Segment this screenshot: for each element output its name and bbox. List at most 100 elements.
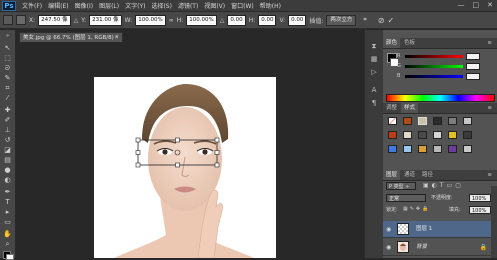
toolbar-collapse-icon[interactable]: » xyxy=(3,32,12,40)
style-swatch[interactable] xyxy=(403,131,412,139)
hskew-input[interactable]: 0.00 xyxy=(258,14,277,26)
tab-swatches[interactable]: 色板 xyxy=(401,38,418,48)
style-swatch[interactable] xyxy=(388,131,397,139)
properties-icon[interactable]: ▦ xyxy=(369,55,379,64)
move-icon[interactable]: ↖ xyxy=(3,44,12,52)
dodge-icon[interactable]: ◐ xyxy=(3,176,12,184)
warp-icon[interactable]: ⌗ xyxy=(363,16,366,24)
pen-icon[interactable]: ✒ xyxy=(3,188,12,196)
menu-file[interactable]: 文件(F) xyxy=(22,1,42,10)
interpolation-select[interactable]: 两次立方 xyxy=(326,14,357,26)
style-swatch[interactable] xyxy=(388,117,397,125)
background-color-swatch[interactable] xyxy=(6,254,14,260)
eyedropper-icon[interactable]: ⁄ xyxy=(3,94,12,102)
style-swatch[interactable] xyxy=(448,117,457,125)
layer-kind-filter[interactable]: P 类型 ÷ xyxy=(386,182,416,190)
color-spectrum-bar[interactable] xyxy=(386,94,495,102)
type-icon[interactable]: T xyxy=(3,198,12,206)
y-input[interactable]: 231.00 像 xyxy=(89,14,122,26)
tab-channels[interactable]: 通道 xyxy=(401,170,418,180)
layers-menu-icon[interactable]: ≡ xyxy=(484,170,495,180)
tab-styles[interactable]: 样式 xyxy=(401,103,419,113)
shape-icon[interactable]: ▭ xyxy=(3,218,12,226)
style-swatch[interactable] xyxy=(433,145,442,153)
tab-close-icon[interactable]: ✕ xyxy=(114,33,119,43)
menu-select[interactable]: 选择(S) xyxy=(151,1,172,10)
tool-preset-icon[interactable] xyxy=(3,15,13,25)
visibility-eye-icon[interactable]: ◉ xyxy=(386,244,391,251)
menu-help[interactable]: 帮助(H) xyxy=(260,1,281,10)
brush-icon[interactable]: ✐ xyxy=(3,116,12,124)
styles-menu-icon[interactable]: ≡ xyxy=(484,103,495,113)
angle-input[interactable]: 0.00 xyxy=(227,14,246,26)
lock-icons[interactable]: ▦✎✥🔒 xyxy=(403,206,430,212)
visibility-eye-icon[interactable]: ◉ xyxy=(386,226,391,233)
restore-button[interactable]: □ xyxy=(473,1,480,9)
tab-layers[interactable]: 图层 xyxy=(383,170,401,180)
crop-icon[interactable]: ⌗ xyxy=(3,84,12,92)
document-tab[interactable]: 美女.jpg @ 66.7% (图层 1, RGB/8) * ✕ xyxy=(19,32,123,42)
actions-icon[interactable]: ▷ xyxy=(369,68,379,77)
style-swatch[interactable] xyxy=(448,131,457,139)
layers-scrollbar[interactable] xyxy=(491,186,497,258)
stamp-icon[interactable]: ⊥ xyxy=(3,126,12,134)
character-icon[interactable]: A xyxy=(369,86,379,95)
fill-input[interactable]: 100% xyxy=(469,206,491,214)
style-swatch[interactable] xyxy=(433,131,442,139)
menu-type[interactable]: 文字(Y) xyxy=(125,1,145,10)
close-button[interactable]: ✕ xyxy=(487,1,493,9)
marquee-icon[interactable]: ⬚ xyxy=(3,54,12,62)
menu-view[interactable]: 视图(V) xyxy=(204,1,225,10)
minimize-button[interactable]: — xyxy=(458,1,465,9)
healing-icon[interactable]: ✚ xyxy=(3,106,12,114)
blue-slider[interactable]: B xyxy=(397,72,480,80)
height-input[interactable]: 100.00% xyxy=(186,14,217,26)
paragraph-icon[interactable]: ¶ xyxy=(369,99,379,108)
style-swatch[interactable] xyxy=(403,117,412,125)
tab-adjustments[interactable]: 调整 xyxy=(383,103,400,113)
lasso-icon[interactable]: ᘐ xyxy=(3,64,12,72)
style-swatch[interactable] xyxy=(418,145,427,153)
style-swatch[interactable] xyxy=(463,145,472,153)
tab-color[interactable]: 颜色 xyxy=(383,38,401,48)
width-input[interactable]: 100.00% xyxy=(135,14,166,26)
layer-filter-icons[interactable]: ▣◐T▭▢ xyxy=(423,182,464,189)
cancel-icon[interactable]: ⊘ xyxy=(378,16,385,25)
style-swatch[interactable] xyxy=(388,145,397,153)
opacity-input[interactable]: 100% xyxy=(469,194,491,202)
style-swatch[interactable] xyxy=(418,117,427,125)
panel-menu-icon[interactable]: ≡ xyxy=(484,38,495,48)
green-slider[interactable]: G xyxy=(397,62,480,70)
blue-value-field[interactable] xyxy=(466,72,480,80)
style-swatch[interactable] xyxy=(433,117,442,125)
x-input[interactable]: 247.50 像 xyxy=(38,14,71,26)
blend-mode-select[interactable]: 正常 xyxy=(386,194,426,202)
menu-edit[interactable]: 编辑(E) xyxy=(48,1,68,10)
layer-row[interactable]: ◉ 背景 🔒 xyxy=(383,239,491,256)
menu-filter[interactable]: 滤镜(T) xyxy=(178,1,198,10)
style-swatch[interactable] xyxy=(448,145,457,153)
style-swatch[interactable] xyxy=(403,145,412,153)
menu-window[interactable]: 窗口(W) xyxy=(231,1,254,10)
menu-image[interactable]: 图像(I) xyxy=(75,1,93,10)
red-slider[interactable]: R xyxy=(397,52,480,60)
style-swatch[interactable] xyxy=(463,117,472,125)
path-select-icon[interactable]: ▸ xyxy=(3,208,12,216)
quick-select-icon[interactable]: ✎ xyxy=(3,74,12,82)
zoom-icon[interactable]: ⌕ xyxy=(3,240,12,248)
tab-paths[interactable]: 路径 xyxy=(419,170,436,180)
history-brush-icon[interactable]: ↺ xyxy=(3,136,12,144)
hand-icon[interactable]: ✋ xyxy=(3,230,12,238)
document-canvas[interactable] xyxy=(94,77,276,258)
gradient-icon[interactable]: ▤ xyxy=(3,156,12,164)
style-swatch[interactable] xyxy=(418,131,427,139)
link-icon[interactable]: ∞ xyxy=(169,17,174,24)
style-swatch[interactable] xyxy=(463,131,472,139)
vskew-input[interactable]: 0.00 xyxy=(288,14,307,26)
reference-point-icon[interactable] xyxy=(16,15,26,25)
layer-row[interactable]: ◉ 图层 1 xyxy=(383,221,491,238)
commit-icon[interactable]: ✓ xyxy=(387,16,394,25)
relative-position-icon[interactable]: △ xyxy=(74,17,79,24)
menu-layer[interactable]: 图层(L) xyxy=(99,1,119,10)
history-icon[interactable]: ⧗ xyxy=(369,42,379,51)
